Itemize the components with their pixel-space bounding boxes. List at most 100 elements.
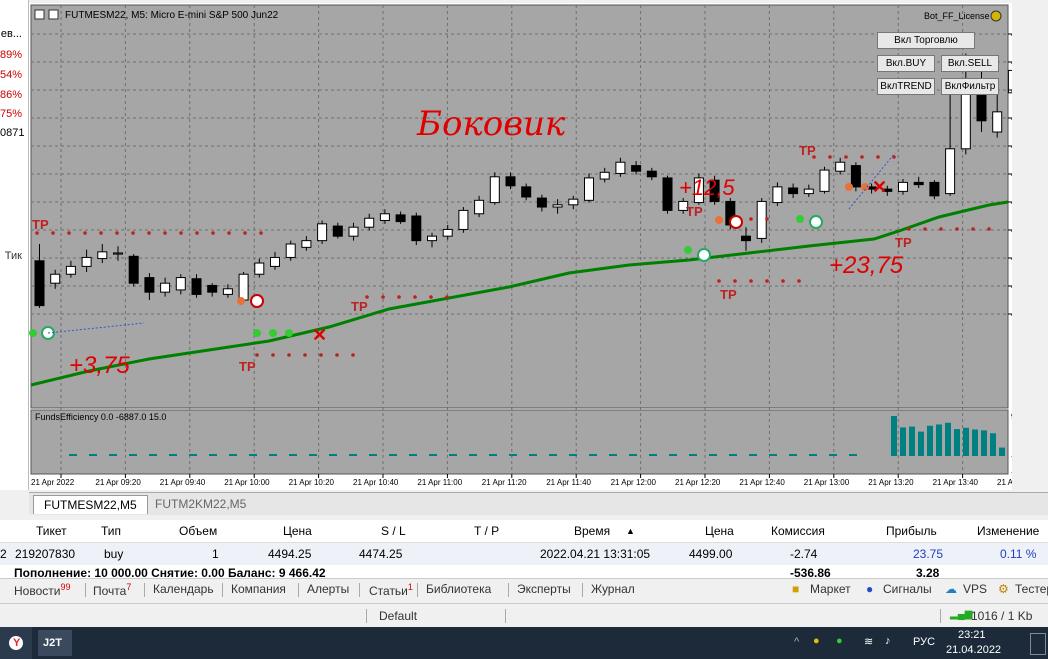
ea-smiley-icon — [990, 10, 1002, 22]
time-label: 21 Apr 12:00 — [611, 478, 657, 487]
chart-tab-futm2km22[interactable]: FUTM2KM22,M5 — [145, 495, 256, 513]
price-label: 4500.75 — [1011, 114, 1012, 123]
candle-body — [803, 188, 814, 195]
tab-journal[interactable]: Журнал — [591, 582, 635, 596]
candle-body — [113, 252, 123, 255]
vps-cloud-icon: ☁ — [945, 582, 957, 596]
indicator-bar — [449, 454, 457, 456]
price-label: 4495.75 — [1011, 170, 1012, 179]
col-type[interactable]: Тип — [101, 524, 121, 538]
browser-icon[interactable]: Y — [0, 627, 32, 659]
buy-toggle-button[interactable]: Вкл.BUY — [877, 55, 935, 72]
entry-marker-icon — [697, 248, 711, 262]
os-taskbar: Y J2T ^ ● ● ≋ ♪ РУС 23:21 21.04.2022 — [0, 627, 1048, 659]
tp-dot — [717, 279, 721, 283]
left-value: 89% — [0, 49, 23, 61]
price-label: 4508.25 — [1011, 30, 1012, 39]
tp-dot — [844, 155, 848, 159]
col-tp[interactable]: T / P — [474, 524, 499, 538]
tp-dot — [797, 279, 801, 283]
tp-dot — [335, 353, 339, 357]
filter-toggle-button[interactable]: ВклФильтр — [941, 78, 999, 95]
chart-tabs: FUTMESM22,M5 FUTM2KM22,M5 — [29, 492, 1048, 515]
clock-time[interactable]: 23:21 — [958, 629, 986, 641]
time-label: 21 Apr 09:20 — [95, 478, 141, 487]
candle-body — [238, 273, 249, 301]
indicator-bar — [809, 454, 817, 456]
candle-body — [474, 199, 485, 215]
indicator-bar — [529, 454, 537, 456]
time-label: 21 Apr 11:20 — [482, 478, 527, 487]
notification-icon[interactable] — [1030, 633, 1046, 655]
tp-label: TP — [32, 217, 49, 232]
tp-dot — [195, 231, 199, 235]
tab-experts[interactable]: Эксперты — [517, 582, 571, 596]
candle-body — [270, 256, 280, 267]
candle-body — [898, 181, 908, 192]
tp-dot — [319, 353, 323, 357]
tab-market[interactable]: Маркет — [810, 582, 851, 596]
clock-date[interactable]: 21.04.2022 — [946, 644, 1001, 656]
time-label: 21 Apr 09:40 — [160, 478, 206, 487]
tab-library[interactable]: Библиотека — [426, 582, 491, 596]
cell-profit: 23.75 — [913, 547, 944, 561]
price-label: 4485.75 — [1011, 282, 1012, 291]
chart-window[interactable]: 4508.25 4505.75 4503.25 4500.75 4498.25 4495.… — [29, 3, 1012, 490]
price-label: 4483.25 — [1011, 310, 1012, 319]
chart-tab-futmesm22[interactable]: FUTMESM22,M5 — [33, 495, 148, 514]
tab-alerts[interactable]: Алерты — [307, 582, 349, 596]
indicator-bar — [936, 424, 942, 456]
col-change[interactable]: Изменение — [977, 524, 1039, 538]
tab-vps[interactable]: VPS — [963, 582, 987, 596]
time-label: 21 Apr 11:40 — [546, 478, 591, 487]
tab-news[interactable]: Новости99 — [14, 582, 70, 598]
cell-current-price: 4499.00 — [689, 547, 733, 561]
indicator-bar — [169, 454, 177, 456]
col-ticket[interactable]: Тикет — [36, 524, 67, 538]
table-row[interactable]: 2 219207830 buy 1 4494.25 4474.25 2022.0… — [0, 543, 1048, 565]
signal-dot-icon — [253, 329, 261, 337]
col-current-price[interactable]: Цена — [705, 524, 734, 538]
tab-company[interactable]: Компания — [231, 582, 286, 596]
indicator-bar — [469, 454, 477, 456]
candle-body — [301, 240, 312, 248]
candle-body — [819, 169, 830, 192]
tab-signals[interactable]: Сигналы — [883, 582, 932, 596]
tp-dot — [828, 155, 832, 159]
tp-dot — [765, 279, 769, 283]
tp-dot — [147, 231, 151, 235]
taskbar-app-button[interactable]: J2T — [38, 630, 72, 656]
trading-toggle-button[interactable]: Вкл Торговлю — [877, 32, 975, 49]
tab-mail[interactable]: Почта7 — [93, 582, 131, 598]
trend-toggle-button[interactable]: ВклTREND — [877, 78, 935, 95]
sell-toggle-button[interactable]: Вкл.SELL — [941, 55, 999, 72]
indicator-area — [30, 409, 1009, 475]
time-label: 21 Apr 13:00 — [804, 478, 850, 487]
language-indicator[interactable]: РУС — [913, 636, 935, 648]
entry-marker-icon — [809, 215, 823, 229]
profile-name[interactable]: Default — [379, 609, 417, 623]
candle-body — [207, 284, 218, 293]
col-commission[interactable]: Комиссия — [771, 524, 825, 538]
tp-dot — [99, 231, 103, 235]
candle-body — [631, 165, 642, 172]
candle-body — [741, 235, 751, 242]
col-sl[interactable]: S / L — [381, 524, 406, 538]
tray-app-icon: ● — [813, 635, 820, 647]
annotation-profit: +12,5 — [679, 175, 735, 200]
tp-dot — [765, 217, 769, 221]
price-label: 4498.25 — [1011, 142, 1012, 151]
indicator-bar — [669, 454, 677, 456]
candle-body — [285, 243, 296, 258]
signal-dot-icon — [29, 329, 37, 337]
col-volume[interactable]: Объем — [179, 524, 217, 538]
signal-dot-icon — [269, 329, 277, 337]
col-profit[interactable]: Прибыль — [886, 524, 937, 538]
tab-articles[interactable]: Статьи1 — [369, 582, 413, 598]
candle-body — [160, 282, 171, 293]
candle-body — [65, 265, 76, 275]
col-price[interactable]: Цена — [283, 524, 312, 538]
col-time[interactable]: Время — [574, 524, 610, 538]
tab-tester[interactable]: Тестер — [1015, 582, 1048, 596]
tab-calendar[interactable]: Календарь — [153, 582, 214, 596]
